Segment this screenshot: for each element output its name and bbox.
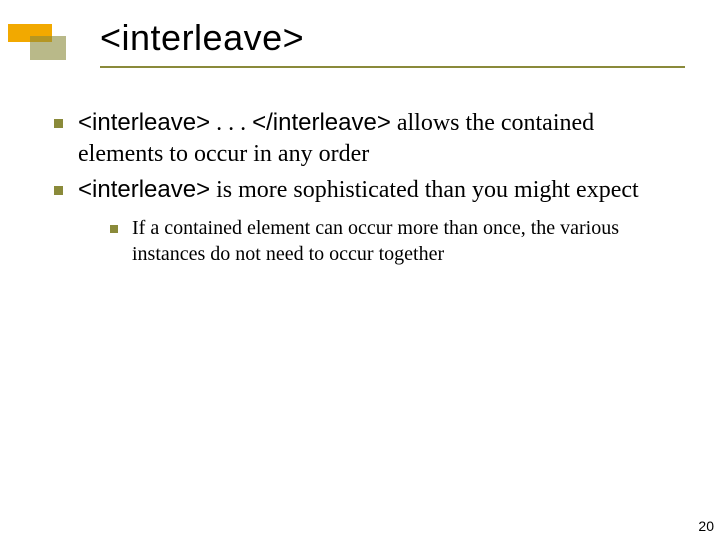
text-fragment: is more sophisticated than you might exp… bbox=[210, 177, 639, 203]
sub-bullet-list: If a contained element can occur more th… bbox=[78, 216, 680, 267]
code-fragment: <interleave> bbox=[78, 176, 210, 203]
title-underline: <interleave> bbox=[100, 18, 685, 68]
code-fragment: </interleave> bbox=[252, 109, 391, 136]
bullet-item: <interleave> . . . </interleave> allows … bbox=[50, 108, 680, 169]
ornament-olive-box bbox=[30, 36, 66, 60]
bullet-item: <interleave> is more sophisticated than … bbox=[50, 175, 680, 267]
bullet-list: <interleave> . . . </interleave> allows … bbox=[50, 108, 680, 267]
slide-body: <interleave> . . . </interleave> allows … bbox=[50, 108, 680, 273]
slide: <interleave> <interleave> . . . </interl… bbox=[0, 0, 720, 540]
page-number: 20 bbox=[698, 518, 714, 534]
code-fragment: <interleave> bbox=[78, 109, 210, 136]
sub-bullet-item: If a contained element can occur more th… bbox=[108, 216, 680, 267]
text-fragment: If a contained element can occur more th… bbox=[132, 217, 619, 265]
slide-title: <interleave> bbox=[100, 18, 685, 58]
text-fragment: . . . bbox=[210, 110, 252, 136]
